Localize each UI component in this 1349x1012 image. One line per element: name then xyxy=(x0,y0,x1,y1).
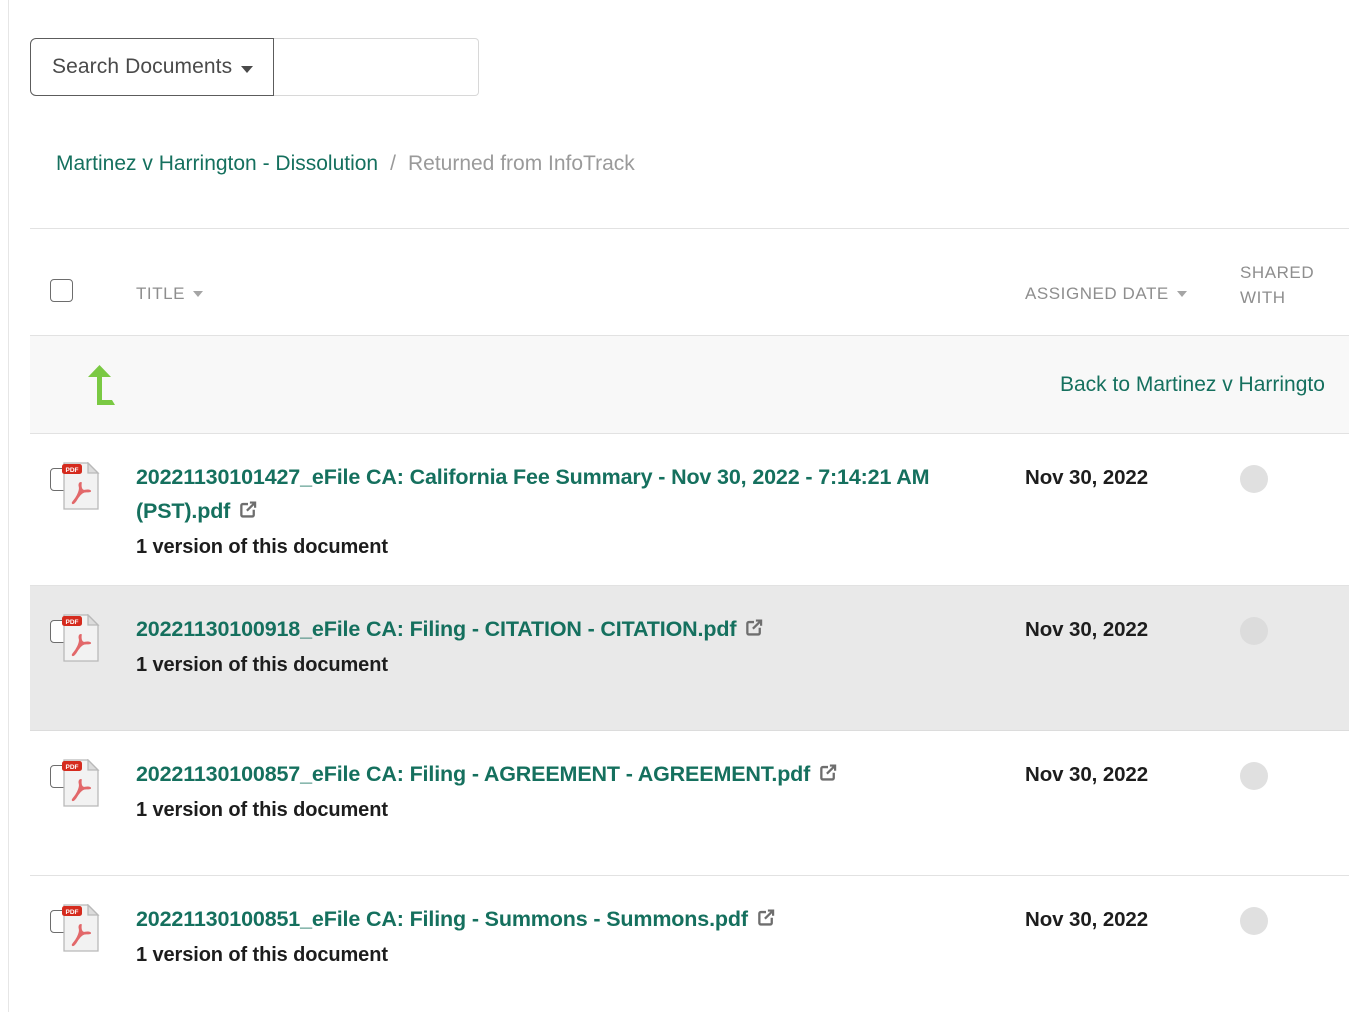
caret-down-icon xyxy=(1177,291,1187,297)
search-scope-label: Search Documents xyxy=(52,55,232,79)
row-shared-with-cell xyxy=(1240,612,1349,645)
up-level-icon-cell[interactable] xyxy=(61,364,136,406)
row-file-icon-cell: PDF xyxy=(61,614,136,667)
page-edge-divider xyxy=(8,0,9,1012)
breadcrumb-parent-link[interactable]: Martinez v Harrington - Dissolution xyxy=(56,152,378,176)
breadcrumb-separator: / xyxy=(390,152,396,176)
svg-text:PDF: PDF xyxy=(66,467,79,474)
row-file-icon-cell: PDF xyxy=(61,462,136,515)
svg-text:PDF: PDF xyxy=(66,909,79,916)
header-select-all-cell xyxy=(30,229,61,302)
row-title-cell: 20221130100918_eFile CA: Filing - CITATI… xyxy=(136,612,1025,677)
row-assigned-date-cell: Nov 30, 2022 xyxy=(1025,902,1240,932)
row-assigned-date-cell: Nov 30, 2022 xyxy=(1025,460,1240,490)
pdf-file-icon: PDF xyxy=(61,904,101,952)
row-file-icon-cell: PDF xyxy=(61,759,136,812)
header-title-label: TITLE xyxy=(136,284,185,304)
document-title-link[interactable]: 20221130100857_eFile CA: Filing - AGREEM… xyxy=(136,762,810,786)
table-header-row: TITLE ASSIGNED DATE SHARED WITH xyxy=(30,228,1349,336)
up-row-back-link-cell: Back to Martinez v Harringto xyxy=(1060,373,1349,397)
select-all-checkbox[interactable] xyxy=(50,279,73,302)
avatar[interactable] xyxy=(1240,465,1268,493)
external-link-icon[interactable] xyxy=(743,617,765,639)
document-version-count: 1 version of this document xyxy=(136,944,1025,967)
breadcrumb: Martinez v Harrington - Dissolution / Re… xyxy=(56,152,635,176)
documents-table: TITLE ASSIGNED DATE SHARED WITH xyxy=(30,228,1349,1012)
row-shared-with-cell xyxy=(1240,902,1349,935)
row-select-cell xyxy=(30,757,61,788)
pdf-file-icon: PDF xyxy=(61,614,101,662)
search-bar: Search Documents xyxy=(30,38,479,96)
assigned-date-value: Nov 30, 2022 xyxy=(1025,460,1240,490)
row-select-cell xyxy=(30,612,61,643)
sort-by-assigned-date[interactable]: ASSIGNED DATE xyxy=(1025,229,1240,304)
table-row[interactable]: PDF 20221130100918_eFile CA: Filing - CI… xyxy=(30,586,1349,731)
back-to-parent-link[interactable]: Back to Martinez v Harringto xyxy=(1060,373,1325,396)
row-title-cell: 20221130101427_eFile CA: California Fee … xyxy=(136,460,1025,559)
search-scope-dropdown[interactable]: Search Documents xyxy=(30,38,274,96)
up-level-arrow-icon xyxy=(83,364,117,406)
sort-by-title[interactable]: TITLE xyxy=(136,229,1025,304)
row-shared-with-cell xyxy=(1240,757,1349,790)
row-select-cell xyxy=(30,902,61,933)
documents-page: Search Documents Martinez v Harrington -… xyxy=(0,0,1349,1012)
header-title-cell: TITLE xyxy=(136,229,1025,304)
document-rows: PDF 20221130101427_eFile CA: California … xyxy=(30,434,1349,1012)
document-version-count: 1 version of this document xyxy=(136,654,1025,677)
avatar[interactable] xyxy=(1240,907,1268,935)
document-version-count: 1 version of this document xyxy=(136,799,1025,822)
assigned-date-value: Nov 30, 2022 xyxy=(1025,757,1240,787)
table-row[interactable]: PDF 20221130100857_eFile CA: Filing - AG… xyxy=(30,731,1349,876)
assigned-date-value: Nov 30, 2022 xyxy=(1025,902,1240,932)
svg-text:PDF: PDF xyxy=(66,764,79,771)
external-link-icon[interactable] xyxy=(237,499,259,521)
header-date-cell: ASSIGNED DATE xyxy=(1025,229,1240,304)
document-title-link[interactable]: 20221130100851_eFile CA: Filing - Summon… xyxy=(136,907,748,931)
svg-text:PDF: PDF xyxy=(66,619,79,626)
row-title-cell: 20221130100857_eFile CA: Filing - AGREEM… xyxy=(136,757,1025,822)
external-link-icon[interactable] xyxy=(755,907,777,929)
pdf-file-icon: PDF xyxy=(61,462,101,510)
avatar[interactable] xyxy=(1240,762,1268,790)
avatar[interactable] xyxy=(1240,617,1268,645)
caret-down-icon xyxy=(241,66,253,73)
search-input[interactable] xyxy=(274,38,479,96)
row-shared-with-cell xyxy=(1240,460,1349,493)
header-shared-with-label: SHARED WITH xyxy=(1240,229,1349,310)
header-shared-with-line2: WITH xyxy=(1240,285,1349,310)
row-assigned-date-cell: Nov 30, 2022 xyxy=(1025,612,1240,642)
row-assigned-date-cell: Nov 30, 2022 xyxy=(1025,757,1240,787)
row-file-icon-cell: PDF xyxy=(61,904,136,957)
table-row[interactable]: PDF 20221130100851_eFile CA: Filing - Su… xyxy=(30,876,1349,1012)
external-link-icon[interactable] xyxy=(817,762,839,784)
header-shared-with-line1: SHARED xyxy=(1240,260,1349,285)
document-version-count: 1 version of this document xyxy=(136,536,1025,559)
header-assigned-date-label: ASSIGNED DATE xyxy=(1025,284,1169,304)
document-title-link[interactable]: 20221130100918_eFile CA: Filing - CITATI… xyxy=(136,617,736,641)
row-title-cell: 20221130100851_eFile CA: Filing - Summon… xyxy=(136,902,1025,967)
up-level-arrow-wrap xyxy=(61,364,136,406)
caret-down-icon xyxy=(193,291,203,297)
row-select-cell xyxy=(30,460,61,491)
table-row[interactable]: PDF 20221130101427_eFile CA: California … xyxy=(30,434,1349,586)
up-one-level-row[interactable]: Back to Martinez v Harringto xyxy=(30,336,1349,434)
pdf-file-icon: PDF xyxy=(61,759,101,807)
assigned-date-value: Nov 30, 2022 xyxy=(1025,612,1240,642)
header-shared-with-cell: SHARED WITH xyxy=(1240,229,1349,310)
breadcrumb-current: Returned from InfoTrack xyxy=(408,152,635,176)
